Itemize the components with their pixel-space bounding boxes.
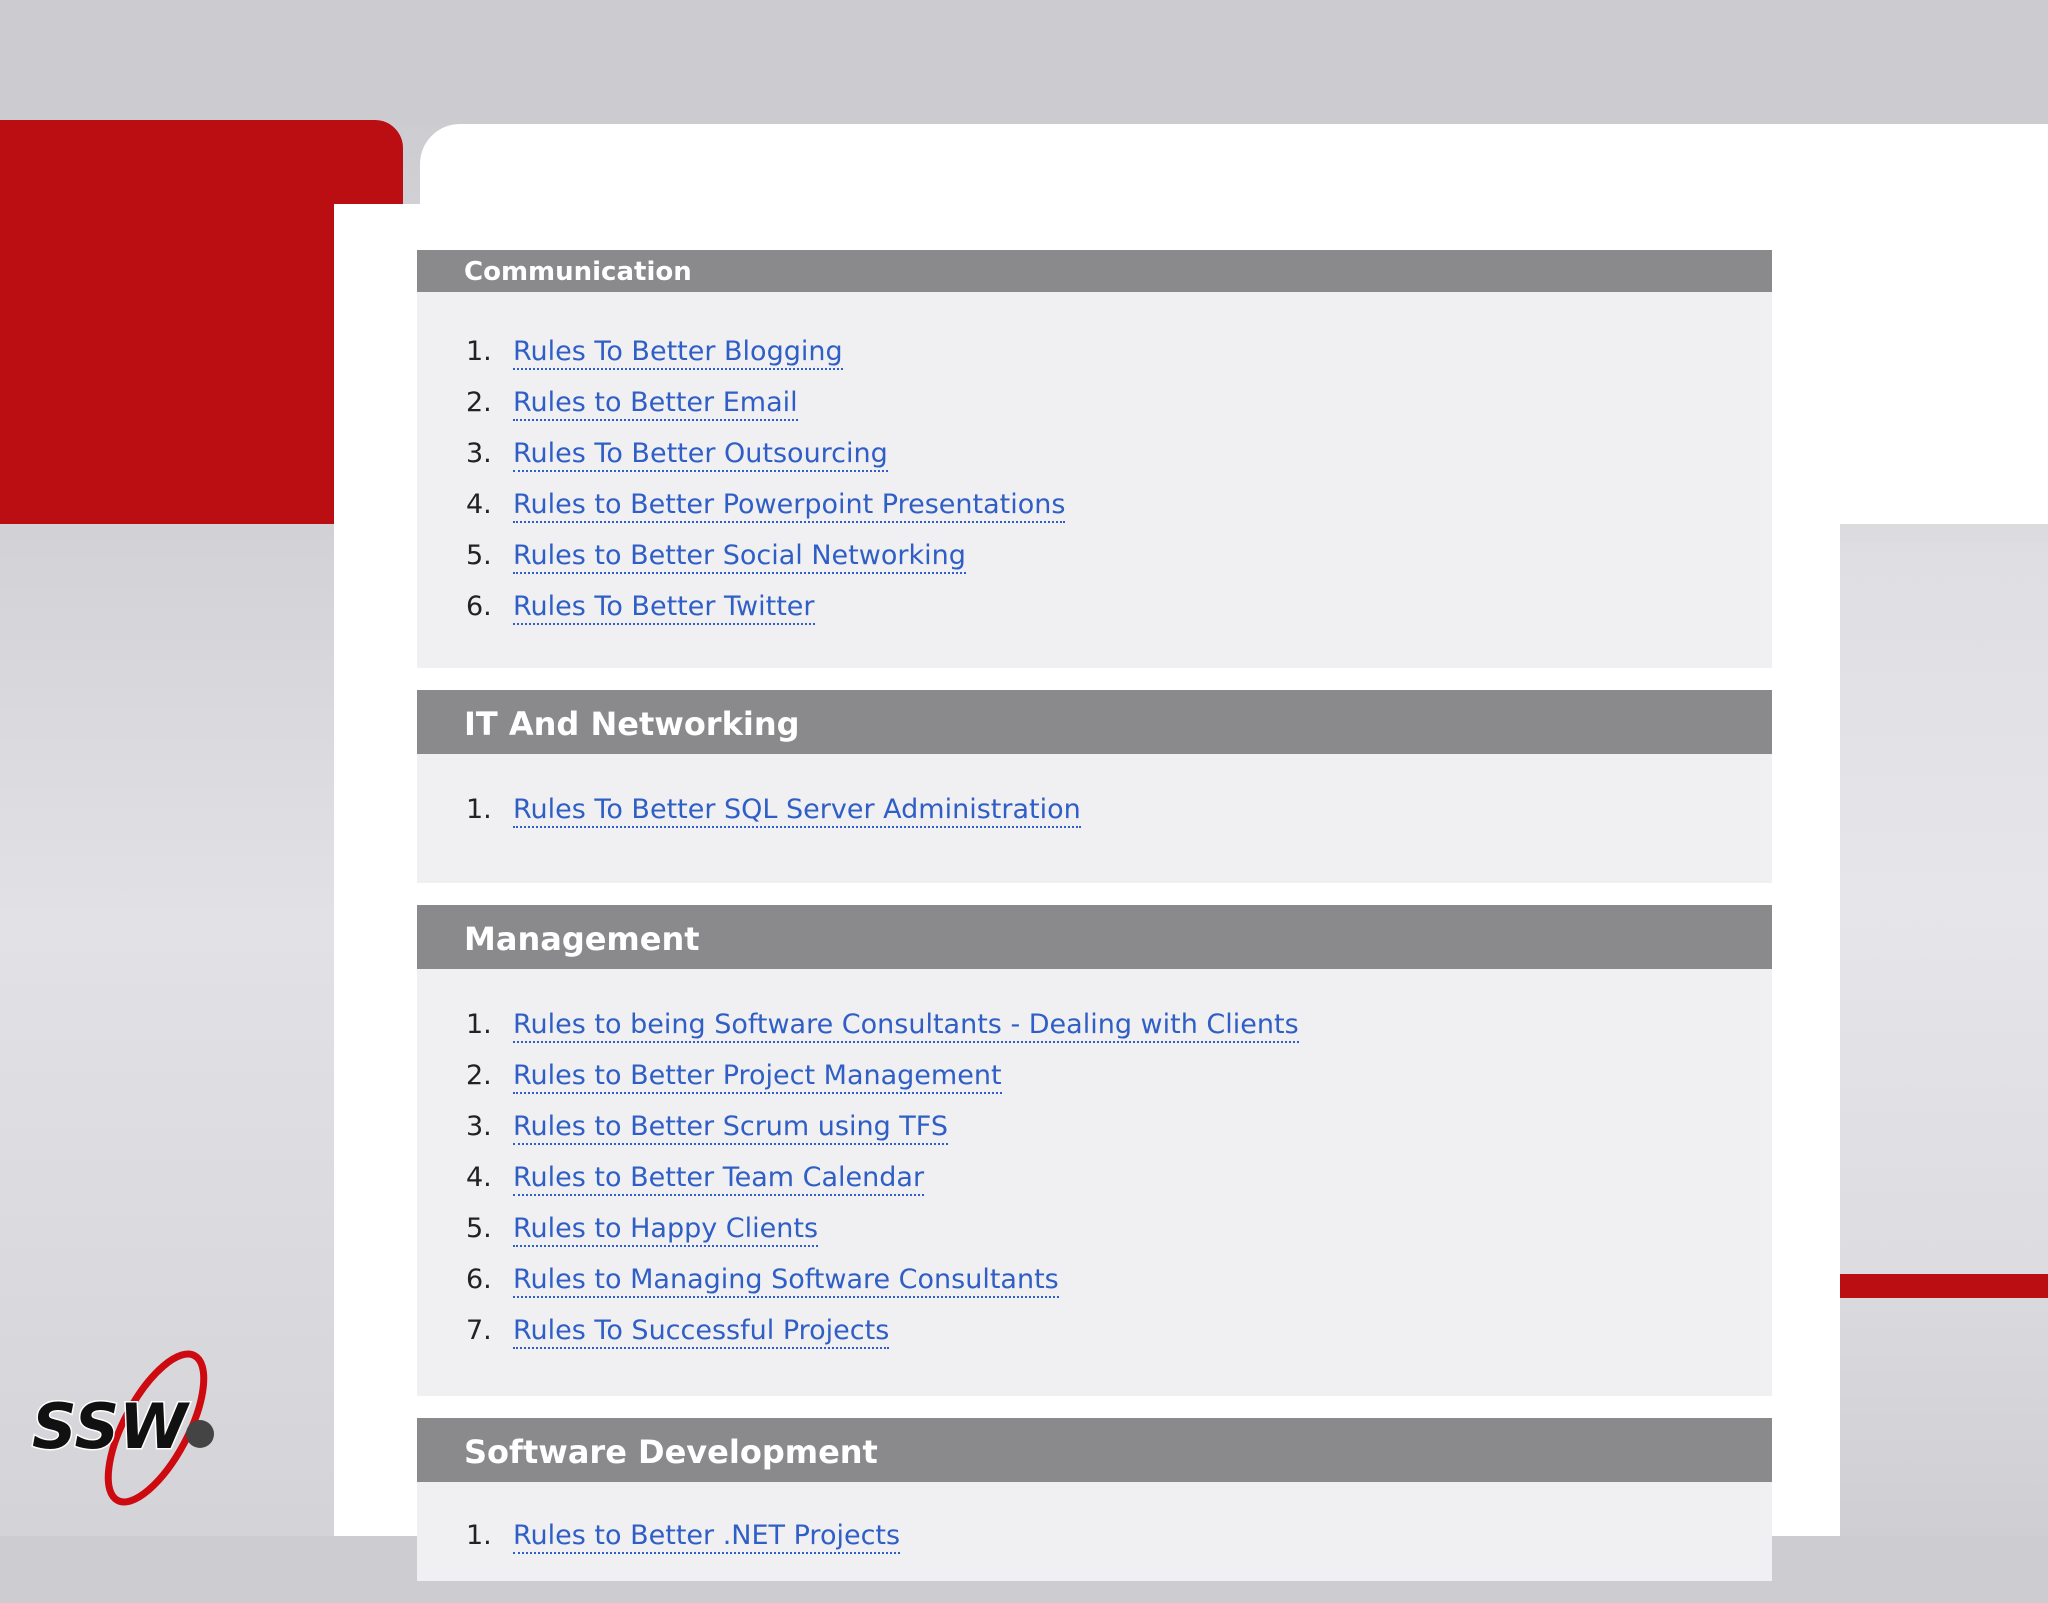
- list-item: 6. Rules To Better Twitter: [466, 581, 1772, 632]
- list-item: 6. Rules to Managing Software Consultants: [466, 1254, 1772, 1305]
- list-item: 3. Rules to Better Scrum using TFS: [466, 1101, 1772, 1152]
- rule-link-software-consultants[interactable]: Rules to being Software Consultants - De…: [513, 1009, 1299, 1043]
- item-number: 2.: [466, 1060, 492, 1091]
- ssw-logo-icon: SSW: [31, 1350, 214, 1506]
- item-number: 6.: [466, 1264, 492, 1295]
- rules-list: 1. Rules to Better .NET Projects: [417, 1482, 1772, 1581]
- rule-link-dotnet-projects[interactable]: Rules to Better .NET Projects: [513, 1520, 901, 1554]
- rule-link-powerpoint[interactable]: Rules to Better Powerpoint Presentations: [513, 489, 1066, 523]
- section-title: Software Development: [417, 1418, 1772, 1482]
- section-title: IT And Networking: [417, 690, 1772, 754]
- logo-globe: [186, 1420, 214, 1448]
- item-number: 3.: [466, 1111, 492, 1142]
- list-item: 5. Rules to Happy Clients: [466, 1203, 1772, 1254]
- right-red-strip: [1840, 1274, 2048, 1298]
- item-number: 3.: [466, 438, 492, 469]
- item-number: 7.: [466, 1315, 492, 1346]
- section-title: Management: [417, 905, 1772, 969]
- section-it-and-networking: IT And Networking 1. Rules To Better SQL …: [417, 690, 1772, 883]
- list-item: 1. Rules To Better SQL Server Administrat…: [466, 784, 1772, 835]
- logo-text: SSW: [32, 1390, 190, 1463]
- item-number: 5.: [466, 540, 492, 571]
- rule-link-project-management[interactable]: Rules to Better Project Management: [513, 1060, 1002, 1094]
- list-item: 3. Rules To Better Outsourcing: [466, 428, 1772, 479]
- section-management: Management 1. Rules to being Software Con…: [417, 905, 1772, 1396]
- rules-list: 1. Rules To Better Blogging 2. Rules to Be…: [417, 292, 1772, 668]
- item-number: 4.: [466, 1162, 492, 1193]
- item-number: 6.: [466, 591, 492, 622]
- rule-link-scrum-tfs[interactable]: Rules to Better Scrum using TFS: [513, 1111, 948, 1145]
- rules-list: 1. Rules to being Software Consultants - …: [417, 969, 1772, 1396]
- rule-link-team-calendar[interactable]: Rules to Better Team Calendar: [513, 1162, 925, 1196]
- list-item: 1. Rules To Better Blogging: [466, 326, 1772, 377]
- item-number: 1.: [466, 794, 492, 825]
- section-software-development: Software Development 1. Rules to Better .…: [417, 1418, 1772, 1581]
- list-item: 4. Rules to Better Team Calendar: [466, 1152, 1772, 1203]
- rule-link-happy-clients[interactable]: Rules to Happy Clients: [513, 1213, 819, 1247]
- right-lower-panel: [1840, 1298, 2048, 1536]
- rule-link-social-networking[interactable]: Rules to Better Social Networking: [513, 540, 966, 574]
- list-item: 2. Rules to Better Email: [466, 377, 1772, 428]
- rule-link-email[interactable]: Rules to Better Email: [513, 387, 798, 421]
- list-item: 7. Rules To Successful Projects: [466, 1305, 1772, 1356]
- item-number: 1.: [466, 1009, 492, 1040]
- top-band: [0, 0, 2048, 124]
- rule-link-twitter[interactable]: Rules To Better Twitter: [513, 591, 815, 625]
- list-item: 5. Rules to Better Social Networking: [466, 530, 1772, 581]
- rules-categories: Communication 1. Rules To Better Blogging…: [417, 250, 1772, 1603]
- ssw-logo[interactable]: SSW: [28, 1348, 240, 1518]
- section-communication: Communication 1. Rules To Better Blogging…: [417, 250, 1772, 668]
- section-title: Communication: [417, 250, 1772, 292]
- rule-link-managing-consultants[interactable]: Rules to Managing Software Consultants: [513, 1264, 1059, 1298]
- rule-link-outsourcing[interactable]: Rules To Better Outsourcing: [513, 438, 888, 472]
- list-item: 4. Rules to Better Powerpoint Presentatio…: [466, 479, 1772, 530]
- rule-link-blogging[interactable]: Rules To Better Blogging: [513, 336, 843, 370]
- list-item: 2. Rules to Better Project Management: [466, 1050, 1772, 1101]
- item-number: 1.: [466, 336, 492, 367]
- item-number: 4.: [466, 489, 492, 520]
- right-gray-strip: [1840, 524, 2048, 542]
- rule-link-sql-server[interactable]: Rules To Better SQL Server Administratio…: [513, 794, 1081, 828]
- item-number: 5.: [466, 1213, 492, 1244]
- rules-list: 1. Rules To Better SQL Server Administrat…: [417, 754, 1772, 883]
- item-number: 2.: [466, 387, 492, 418]
- rule-link-successful-projects[interactable]: Rules To Successful Projects: [513, 1315, 890, 1349]
- list-item: 1. Rules to being Software Consultants - …: [466, 999, 1772, 1050]
